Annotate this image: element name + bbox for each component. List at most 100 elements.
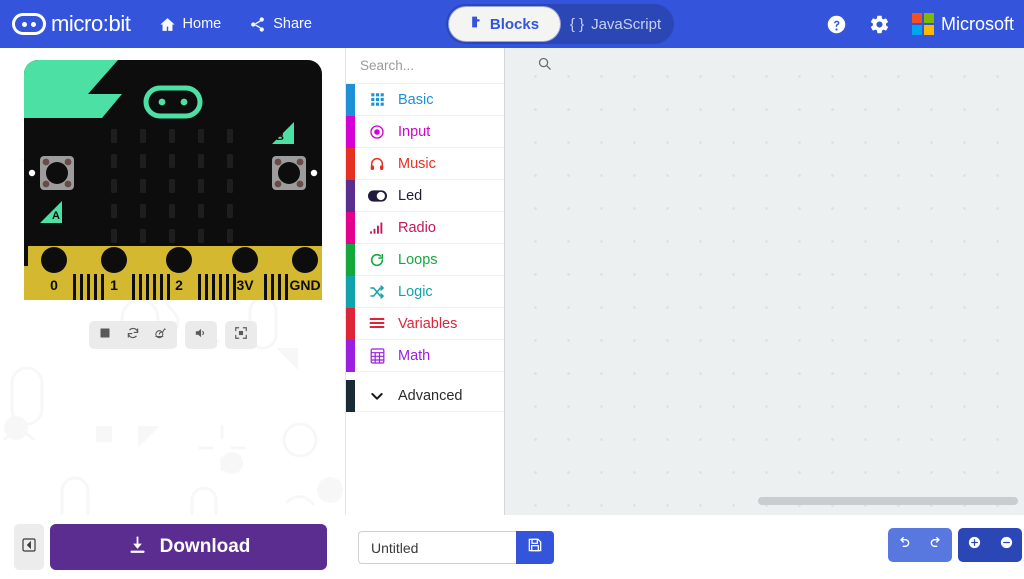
category-stripe	[346, 211, 355, 244]
brand[interactable]: micro:bit	[12, 11, 131, 37]
expand-icon	[234, 326, 248, 345]
category-label: Radio	[398, 219, 436, 236]
category-label: Math	[398, 347, 431, 364]
svg-text:A: A	[52, 210, 60, 222]
category-stripe	[346, 275, 355, 308]
toolbox-category-math[interactable]: Math	[346, 339, 504, 372]
microbit-board-wrapper[interactable]: A B 0 1 2 3V GND	[22, 60, 324, 305]
app-footer: Download	[0, 515, 1024, 579]
editor-mode-toggle: Blocks { } JavaScript	[446, 4, 674, 44]
category-label: Advanced	[398, 387, 463, 404]
tab-blocks[interactable]: Blocks	[449, 7, 560, 41]
microsoft-squares-icon	[911, 13, 934, 35]
main-area: A B 0 1 2 3V GND Search... Basic Input M…	[0, 48, 1024, 515]
collapse-simulator-button[interactable]	[14, 524, 44, 570]
category-label: Basic	[398, 91, 434, 108]
microbit-logo-icon	[12, 13, 46, 35]
category-stripe	[346, 307, 355, 340]
nav-home-label: Home	[182, 16, 222, 32]
blocks-workspace[interactable]	[505, 48, 1024, 515]
playback-controls	[88, 321, 177, 349]
zoom-group	[958, 528, 1022, 562]
download-label: Download	[159, 536, 251, 557]
grid-dots-icon	[364, 92, 390, 107]
search-icon[interactable]	[537, 56, 552, 76]
toolbox-category-loops[interactable]: Loops	[346, 243, 504, 276]
toolbox-category-input[interactable]: Input	[346, 115, 504, 148]
headphones-icon	[364, 156, 390, 172]
workspace-vertical-scrollbar[interactable]	[1014, 56, 1021, 489]
save-button[interactable]	[516, 531, 554, 564]
help-circle-icon[interactable]	[826, 14, 847, 35]
svg-text:GND: GND	[289, 277, 320, 293]
stop-icon	[99, 326, 111, 344]
slow-motion-button[interactable]	[148, 324, 174, 346]
refresh-icon	[126, 326, 140, 345]
tab-javascript[interactable]: { } JavaScript	[560, 7, 671, 41]
speaker-icon	[193, 326, 208, 345]
svg-text:3V: 3V	[236, 277, 254, 293]
toolbox-separator	[346, 372, 504, 380]
chevron-down-icon	[364, 388, 390, 404]
fullscreen-button[interactable]	[228, 324, 254, 346]
makecode-editor: micro:bit Home Share Blocks {} JavaScri…	[0, 0, 1024, 579]
simulator-panel: A B 0 1 2 3V GND	[0, 48, 345, 515]
toolbox-category-music[interactable]: Music	[346, 147, 504, 180]
undo-button[interactable]	[888, 528, 920, 562]
download-icon	[127, 534, 148, 561]
category-label: Loops	[398, 251, 438, 268]
category-label: Logic	[398, 283, 433, 300]
pin-strip: 0 1 2 3V GND	[23, 246, 322, 300]
toolbox-category-led[interactable]: Led	[346, 179, 504, 212]
toolbox: Basic Input	[345, 48, 551, 515]
category-stripe	[346, 379, 355, 412]
workspace-horizontal-scrollbar[interactable]	[758, 497, 1018, 505]
share-icon	[249, 16, 266, 33]
nav-share-label: Share	[273, 16, 312, 32]
zoom-out-button[interactable]	[990, 528, 1022, 562]
microsoft-label: Microsoft	[940, 13, 1014, 34]
mute-button[interactable]	[188, 324, 214, 346]
svg-text:B: B	[276, 131, 284, 143]
category-label: Music	[398, 155, 436, 172]
category-stripe	[346, 243, 355, 276]
zoom-out-icon	[999, 535, 1014, 555]
category-label: Input	[398, 123, 431, 140]
audio-controls	[184, 321, 217, 349]
search-row[interactable]	[346, 48, 551, 84]
project-name-input[interactable]	[358, 531, 516, 564]
restart-button[interactable]	[120, 324, 146, 346]
gear-icon[interactable]	[869, 14, 890, 35]
category-stripe	[346, 179, 355, 212]
svg-text:2: 2	[175, 277, 183, 293]
search-input[interactable]	[360, 58, 537, 73]
tab-javascript-label: JavaScript	[591, 15, 662, 33]
toolbox-category-radio[interactable]: Radio	[346, 211, 504, 244]
shuffle-icon	[364, 284, 390, 300]
brand-label: micro:bit	[51, 11, 131, 36]
stop-button[interactable]	[92, 324, 118, 346]
toolbox-category-logic[interactable]: Logic	[346, 275, 504, 308]
category-stripe	[346, 83, 355, 116]
nav-share[interactable]: Share	[249, 16, 312, 33]
tab-blocks-label: Blocks	[489, 15, 540, 33]
braces-icon: { }	[569, 15, 585, 33]
download-button[interactable]: Download	[50, 524, 327, 570]
snail-icon	[153, 326, 168, 345]
toolbox-category-variables[interactable]: Variables	[346, 307, 504, 340]
toolbox-category-advanced[interactable]: Advanced	[346, 379, 504, 412]
zoom-in-button[interactable]	[958, 528, 990, 562]
blocks-icon	[470, 15, 483, 33]
category-label: Variables	[398, 315, 458, 332]
undo-icon	[896, 535, 912, 556]
microbit-board[interactable]: A B 0 1 2 3V GND	[22, 60, 324, 300]
home-icon	[159, 16, 176, 33]
toolbox-category-basic[interactable]: Basic	[346, 83, 504, 116]
redo-button[interactable]	[920, 528, 952, 562]
view-controls	[224, 321, 257, 349]
nav-home[interactable]: Home	[159, 16, 222, 33]
redo-icon	[928, 535, 944, 556]
microsoft-logo[interactable]: Microsoft	[911, 13, 1014, 35]
header-actions: Microsoft	[826, 0, 1014, 48]
project-row	[358, 531, 554, 564]
